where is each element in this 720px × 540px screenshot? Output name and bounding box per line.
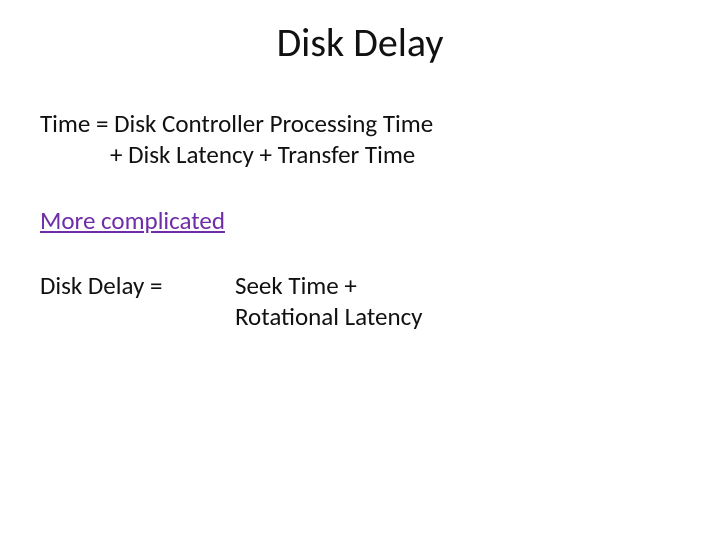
subheading-more-complicated: More complicated <box>40 205 680 236</box>
disk-delay-right-line1: Seek Time + <box>235 270 680 301</box>
time-formula-line2: + Disk Latency + Transfer Time <box>40 139 680 170</box>
slide-title: Disk Delay <box>0 18 720 67</box>
slide: Disk Delay Time = Disk Controller Proces… <box>0 0 720 540</box>
slide-body: Time = Disk Controller Processing Time +… <box>40 108 680 332</box>
disk-delay-left: Disk Delay = <box>40 270 235 301</box>
disk-delay-right-line2: Rotational Latency <box>235 301 680 332</box>
disk-delay-formula: Disk Delay = Seek Time + Rotational Late… <box>40 270 680 333</box>
disk-delay-right: Seek Time + Rotational Latency <box>235 270 680 333</box>
time-formula-line1: Time = Disk Controller Processing Time <box>40 108 680 139</box>
